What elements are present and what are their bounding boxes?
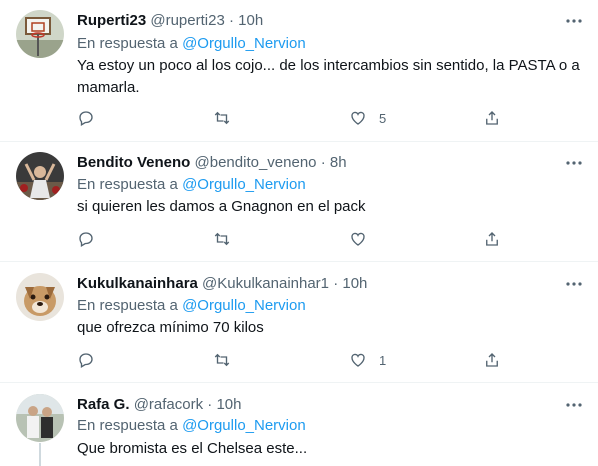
more-options-icon[interactable] xyxy=(565,396,583,414)
action-bar: 5 xyxy=(77,108,507,128)
retweet-button[interactable] xyxy=(213,108,231,128)
share-icon xyxy=(486,111,498,125)
like-button[interactable]: 5 xyxy=(349,108,386,128)
timestamp[interactable]: 8h xyxy=(330,154,347,171)
heart-icon xyxy=(351,111,365,125)
timestamp[interactable]: 10h xyxy=(238,12,263,29)
separator-dot: · xyxy=(207,396,213,413)
reply-prefix: En respuesta a xyxy=(77,297,178,314)
separator-dot: · xyxy=(333,275,339,292)
separator-dot: · xyxy=(320,154,326,171)
reply-prefix: En respuesta a xyxy=(77,176,178,193)
heart-icon xyxy=(351,232,365,246)
reply-context: En respuesta a @Orgullo_Nervion xyxy=(77,175,306,195)
like-button[interactable]: 1 xyxy=(349,350,386,370)
tweet[interactable]: Rafa G. @rafacork · 10h En respuesta a @… xyxy=(0,383,598,466)
more-options-icon[interactable] xyxy=(565,12,583,30)
action-bar xyxy=(77,229,507,249)
mention-link[interactable]: @Orgullo_Nervion xyxy=(182,417,306,434)
more-options-icon[interactable] xyxy=(565,154,583,172)
heart-icon xyxy=(351,353,365,367)
share-icon xyxy=(486,232,498,246)
reply-button[interactable] xyxy=(77,229,95,249)
avatar[interactable] xyxy=(16,273,64,321)
user-handle[interactable]: @bendito_veneno xyxy=(195,154,317,171)
share-button[interactable] xyxy=(483,350,501,370)
share-button[interactable] xyxy=(483,229,501,249)
retweet-icon xyxy=(214,353,230,367)
display-name[interactable]: Kukulkanainhara xyxy=(77,275,198,292)
tweet-text: que ofrezca mínimo 70 kilos xyxy=(77,319,264,336)
share-icon xyxy=(486,353,498,367)
mention-link[interactable]: @Orgullo_Nervion xyxy=(182,35,306,52)
tweet-text: si quieren les damos a Gnagnon en el pac… xyxy=(77,198,366,215)
user-handle[interactable]: @Kukulkanainhar1 xyxy=(202,275,329,292)
thread-connector-line xyxy=(39,443,41,466)
timestamp[interactable]: 10h xyxy=(342,275,367,292)
display-name[interactable]: Ruperti23 xyxy=(77,12,146,29)
reply-icon xyxy=(79,232,93,247)
like-count: 1 xyxy=(379,352,387,368)
like-count: 5 xyxy=(379,110,387,126)
action-bar: 1 xyxy=(77,350,507,370)
reply-button[interactable] xyxy=(77,350,95,370)
timestamp[interactable]: 10h xyxy=(216,396,241,413)
reply-prefix: En respuesta a xyxy=(77,35,178,52)
display-name[interactable]: Bendito Veneno xyxy=(77,154,190,171)
share-button[interactable] xyxy=(483,108,501,128)
retweet-icon xyxy=(214,232,230,246)
tweet-text: Que bromista es el Chelsea este... xyxy=(77,440,308,457)
more-options-icon[interactable] xyxy=(565,275,583,293)
user-handle[interactable]: @ruperti23 xyxy=(150,12,224,29)
reply-icon xyxy=(79,111,93,126)
avatar[interactable] xyxy=(16,152,64,200)
reply-prefix: En respuesta a xyxy=(77,417,178,434)
tweet[interactable]: Ruperti23 @ruperti23 · 10h En respuesta … xyxy=(0,0,598,142)
reply-button[interactable] xyxy=(77,108,95,128)
tweet[interactable]: Bendito Veneno @bendito_veneno · 8h En r… xyxy=(0,142,598,262)
retweet-button[interactable] xyxy=(213,350,231,370)
reply-context: En respuesta a @Orgullo_Nervion xyxy=(77,34,306,54)
mention-link[interactable]: @Orgullo_Nervion xyxy=(182,297,306,314)
user-handle[interactable]: @rafacork xyxy=(134,396,203,413)
display-name[interactable]: Rafa G. xyxy=(77,396,130,413)
like-button[interactable] xyxy=(349,229,379,249)
retweet-button[interactable] xyxy=(213,229,231,249)
tweet[interactable]: Kukulkanainhara @Kukulkanainhar1 · 10h E… xyxy=(0,262,598,383)
reply-icon xyxy=(79,353,93,368)
mention-link[interactable]: @Orgullo_Nervion xyxy=(182,176,306,193)
avatar[interactable] xyxy=(16,394,64,442)
tweet-text: Ya estoy un poco al los cojo... de los i… xyxy=(77,57,580,96)
retweet-icon xyxy=(214,111,230,125)
reply-context: En respuesta a @Orgullo_Nervion xyxy=(77,416,306,436)
separator-dot: · xyxy=(228,12,234,29)
avatar[interactable] xyxy=(16,10,64,58)
reply-context: En respuesta a @Orgullo_Nervion xyxy=(77,296,306,316)
